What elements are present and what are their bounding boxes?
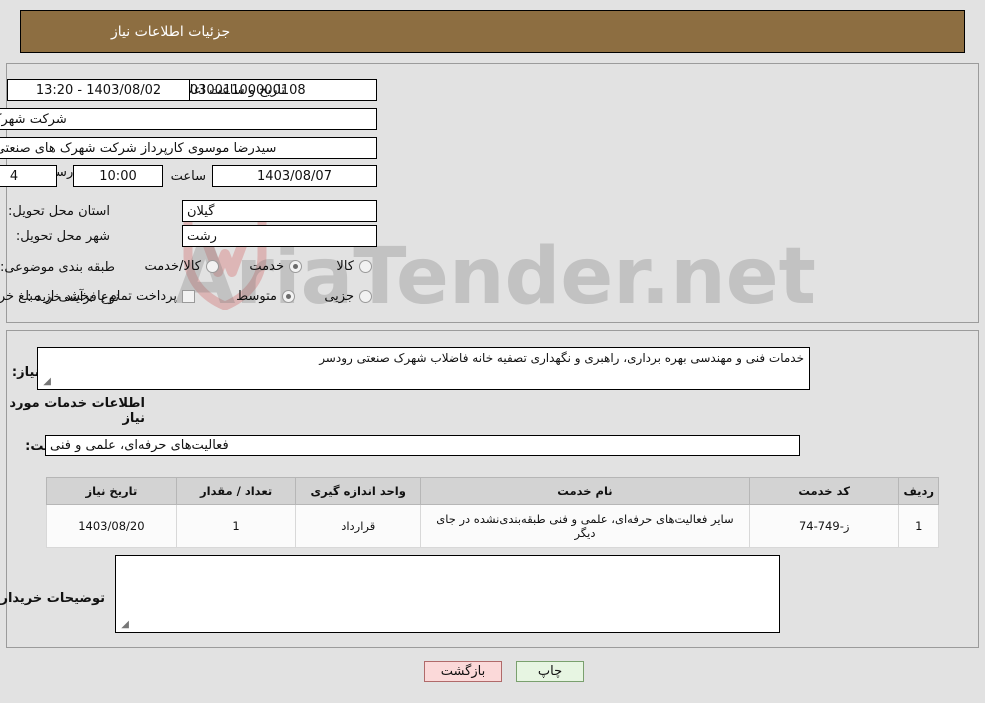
radio-label: جزیی — [324, 289, 354, 304]
services-section-heading: اطلاعات خدمات مورد نیاز — [9, 396, 145, 426]
cell-row: 1 — [898, 504, 939, 548]
th-date: تاریخ نیاز — [46, 477, 177, 505]
radio-indicator[interactable] — [359, 290, 372, 303]
radio-process-motevaset[interactable]: متوسط — [236, 289, 295, 304]
radio-label: کالا/خدمت — [144, 259, 201, 274]
radio-indicator[interactable] — [359, 260, 372, 273]
checkbox-indicator[interactable] — [182, 290, 195, 303]
cell-code: ز-749-74 — [748, 504, 900, 548]
radio-label: خدمت — [249, 259, 284, 274]
description-value: خدمات فنی و مهندسی بهره برداری، راهبری و… — [319, 351, 804, 365]
radio-indicator[interactable] — [206, 260, 219, 273]
radio-label: کالا — [336, 259, 354, 274]
deadline-hour-label: ساعت — [170, 169, 206, 184]
resize-grip-icon[interactable]: ◢ — [119, 620, 129, 630]
requester-value: سیدرضا موسوی کارپرداز شرکت شهرک های صنعت… — [0, 137, 377, 159]
announce-value: 1403/08/02 - 13:20 — [7, 79, 190, 101]
cell-unit: قرارداد — [295, 504, 422, 548]
radio-process-jozee[interactable]: جزیی — [324, 289, 372, 304]
city-value: رشت — [182, 225, 377, 247]
table-row: 1 ز-749-74 سایر فعالیت‌های حرفه‌ای، علمی… — [46, 504, 939, 548]
need-info-panel — [6, 63, 979, 323]
radio-category-kala[interactable]: کالا — [336, 259, 372, 274]
deadline-date-value: 1403/08/07 — [212, 165, 377, 187]
page-title: جزئیات اطلاعات نیاز — [111, 23, 231, 40]
buyer-org-value: شرکت شهرک های صنعتی استان گیلان — [0, 108, 377, 130]
services-table: ردیف کد خدمت نام خدمت واحد اندازه گیری ت… — [46, 477, 939, 548]
province-value: گیلان — [182, 200, 377, 222]
province-label: استان محل تحویل: — [8, 204, 110, 219]
service-group-value: فعالیت‌های حرفه‌ای، علمی و فنی — [45, 435, 800, 456]
description-textarea[interactable]: خدمات فنی و مهندسی بهره برداری، راهبری و… — [37, 347, 810, 390]
th-name: نام خدمت — [420, 477, 750, 505]
radio-indicator[interactable] — [289, 260, 302, 273]
checkbox-treasury-bond[interactable]: پرداخت تمام یا بخشی از مبلغ خرید از محل … — [0, 289, 195, 304]
cell-qty: 1 — [175, 504, 297, 548]
page-header-bar: جزئیات اطلاعات نیاز — [20, 10, 965, 53]
city-label: شهر محل تحویل: — [15, 229, 110, 244]
th-unit: واحد اندازه گیری — [295, 477, 422, 505]
table-header-row: ردیف کد خدمت نام خدمت واحد اندازه گیری ت… — [46, 477, 939, 505]
page-root: AriaTender.net جزئیات اطلاعات نیاز شماره… — [0, 0, 985, 703]
th-row: ردیف — [898, 477, 939, 505]
remaining-days-value: 4 — [0, 165, 57, 187]
radio-label: متوسط — [236, 289, 277, 304]
deadline-hour-value: 10:00 — [73, 165, 163, 187]
buyer-notes-textarea[interactable]: ◢ — [115, 555, 780, 633]
radio-indicator[interactable] — [282, 290, 295, 303]
print-button[interactable]: چاپ — [516, 661, 584, 682]
buyer-notes-label: توضیحات خریدار: — [0, 591, 105, 606]
category-label: طبقه بندی موضوعی: — [0, 260, 115, 275]
th-code: کد خدمت — [748, 477, 900, 505]
resize-grip-icon[interactable]: ◢ — [41, 377, 51, 387]
radio-category-khedmat[interactable]: خدمت — [249, 259, 302, 274]
th-qty: تعداد / مقدار — [175, 477, 297, 505]
cell-date: 1403/08/20 — [46, 504, 177, 548]
radio-category-kala-khedmat[interactable]: کالا/خدمت — [144, 259, 219, 274]
back-button[interactable]: بازگشت — [424, 661, 502, 682]
cell-name: سایر فعالیت‌های حرفه‌ای، علمی و فنی طبقه… — [420, 504, 750, 548]
treasury-note-text: پرداخت تمام یا بخشی از مبلغ خرید از محل … — [0, 289, 177, 304]
